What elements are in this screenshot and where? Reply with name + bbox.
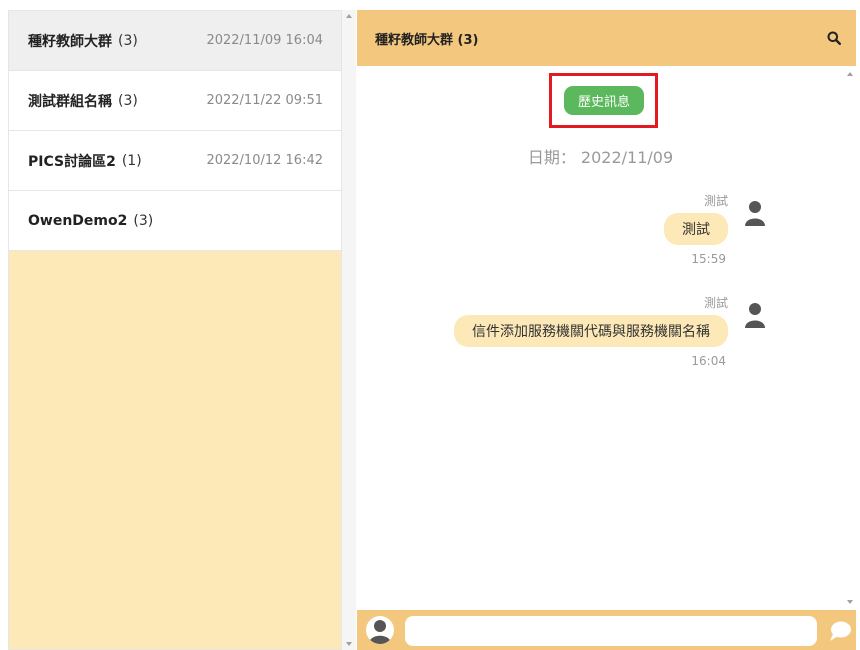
message-bubble: 信件添加服務機關代碼與服務機關名稱 bbox=[454, 315, 728, 347]
history-messages-button[interactable]: 歷史訊息 bbox=[564, 86, 644, 115]
chat-panel: 種籽教師大群 (3) 歷史訊息 日期： 2022/11/09 測試 測試 15:… bbox=[357, 10, 856, 650]
scroll-up-arrow-icon[interactable] bbox=[847, 72, 853, 76]
group-name: 測試群組名稱 bbox=[28, 93, 112, 110]
message-bubble: 測試 bbox=[664, 213, 728, 245]
chat-bubble-send-icon[interactable] bbox=[828, 620, 852, 642]
message-time: 15:59 bbox=[691, 252, 726, 266]
search-icon[interactable] bbox=[824, 28, 844, 48]
group-count: (3) bbox=[118, 92, 138, 109]
group-name: PICS討論區2 bbox=[28, 153, 116, 170]
chat-scrollbar[interactable] bbox=[844, 66, 856, 610]
message-input[interactable] bbox=[405, 616, 817, 646]
group-item-2[interactable]: PICS討論區2 (1) 2022/10/12 16:42 bbox=[9, 131, 341, 191]
scroll-up-arrow-icon[interactable] bbox=[346, 14, 352, 18]
scroll-down-arrow-icon[interactable] bbox=[346, 642, 352, 646]
group-item-3[interactable]: OwenDemo2 (3) bbox=[9, 191, 341, 251]
group-list-panel: 種籽教師大群 (3) 2022/11/09 16:04 測試群組名稱 (3) 2… bbox=[8, 10, 342, 650]
group-item-0[interactable]: 種籽教師大群 (3) 2022/11/09 16:04 bbox=[9, 11, 341, 71]
group-list-scrollbar[interactable] bbox=[342, 10, 356, 650]
chat-messages-area: 歷史訊息 日期： 2022/11/09 測試 測試 15:59 測試 信件添加服… bbox=[357, 66, 844, 610]
group-count: (3) bbox=[133, 212, 154, 229]
user-avatar-icon bbox=[745, 201, 765, 226]
group-item-1[interactable]: 測試群組名稱 (3) 2022/11/22 09:51 bbox=[9, 71, 341, 131]
chat-title: 種籽教師大群 (3) bbox=[375, 32, 479, 48]
scroll-down-arrow-icon[interactable] bbox=[847, 600, 853, 604]
group-time: 2022/10/12 16:42 bbox=[206, 153, 323, 168]
user-avatar-icon bbox=[745, 303, 765, 328]
message-sender: 測試 bbox=[703, 296, 728, 310]
avatar bbox=[366, 616, 394, 644]
message-time: 16:04 bbox=[691, 354, 726, 368]
group-name: 種籽教師大群 bbox=[28, 33, 112, 50]
group-time: 2022/11/09 16:04 bbox=[206, 33, 323, 48]
chat-header: 種籽教師大群 (3) bbox=[357, 10, 856, 66]
group-count: (3) bbox=[118, 32, 138, 49]
date-label: 日期： 2022/11/09 bbox=[527, 148, 674, 167]
chat-input-bar bbox=[357, 610, 856, 650]
user-avatar-icon bbox=[369, 620, 391, 644]
group-name: OwenDemo2 bbox=[28, 212, 128, 229]
message-sender: 測試 bbox=[703, 194, 728, 208]
group-time: 2022/11/22 09:51 bbox=[206, 93, 323, 108]
group-count: (1) bbox=[121, 152, 142, 169]
